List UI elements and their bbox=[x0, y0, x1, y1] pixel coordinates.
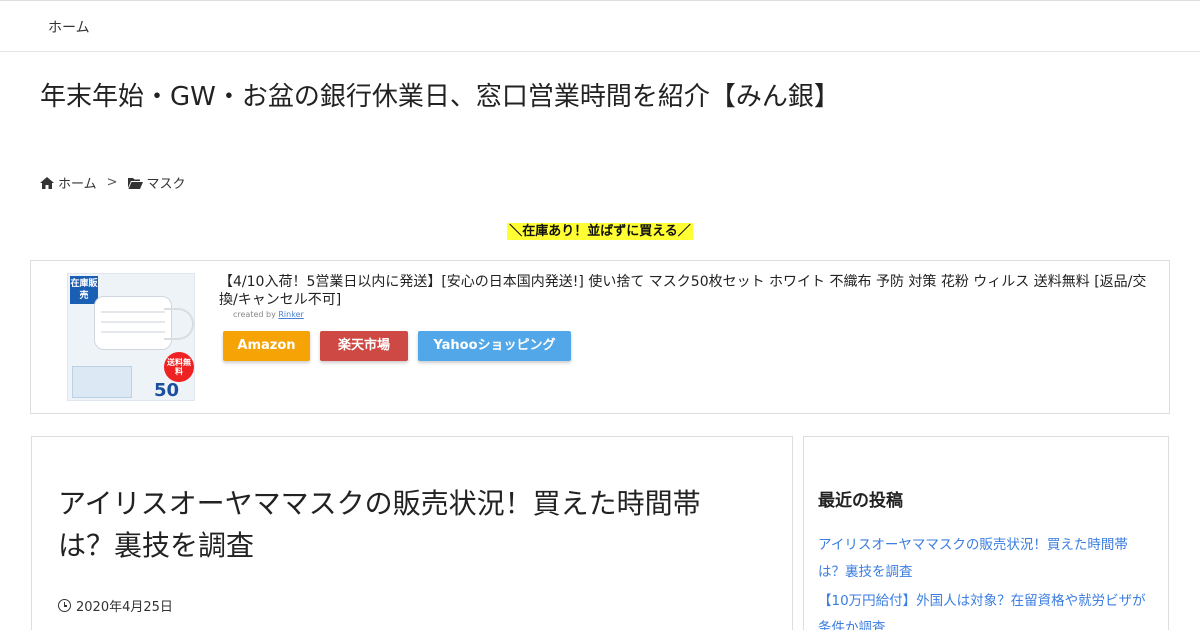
rinker-credit: created by Rinker bbox=[233, 310, 304, 319]
article-date: 2020年4月25日 bbox=[58, 596, 173, 615]
breadcrumb-home-label: ホーム bbox=[58, 177, 97, 192]
count-label: 50枚 bbox=[154, 380, 180, 401]
top-navigation: ホーム bbox=[0, 0, 1200, 52]
credit-prefix: created by bbox=[233, 310, 276, 319]
promo-text: ＼在庫あり！並ばずに買える／ bbox=[507, 223, 693, 240]
sidebar-widget: 最近の投稿 アイリスオーヤママスクの販売状況！買えた時間帯は？裏技を調査 【10… bbox=[803, 436, 1169, 630]
breadcrumb: ホーム > マスク bbox=[40, 173, 186, 192]
home-icon bbox=[40, 175, 54, 190]
product-title[interactable]: 【4/10入荷！5営業日以内に発送】[安心の日本国内発送!] 使い捨て マスク5… bbox=[219, 273, 1159, 309]
folder-open-icon bbox=[127, 175, 143, 190]
mask-ear-loop bbox=[164, 308, 194, 340]
rinker-link[interactable]: Rinker bbox=[278, 310, 303, 319]
product-image[interactable]: 在庫販売 送料無料 50枚 bbox=[67, 273, 195, 401]
breadcrumb-home[interactable]: ホーム bbox=[40, 173, 97, 192]
stock-badge: 在庫販売 bbox=[70, 276, 98, 304]
site-title[interactable]: 年末年始・GW・お盆の銀行休業日、窓口営業時間を紹介【みん銀】 bbox=[40, 76, 840, 113]
breadcrumb-category-label: マスク bbox=[146, 177, 186, 192]
article-date-text: 2020年4月25日 bbox=[76, 600, 173, 615]
recent-posts-title: 最近の投稿 bbox=[818, 491, 903, 511]
article-card: アイリスオーヤママスクの販売状況！買えた時間帯は？裏技を調査 2020年4月25… bbox=[31, 436, 793, 630]
breadcrumb-category[interactable]: マスク bbox=[127, 173, 186, 192]
nav-home-link[interactable]: ホーム bbox=[48, 17, 90, 37]
clock-icon bbox=[58, 599, 71, 612]
breadcrumb-separator: > bbox=[106, 175, 118, 190]
package-illustration bbox=[72, 366, 132, 398]
promo-banner: ＼在庫あり！並ばずに買える／ bbox=[0, 220, 1200, 240]
mask-illustration bbox=[94, 296, 172, 350]
recent-post-link[interactable]: アイリスオーヤママスクの販売状況！買えた時間帯は？裏技を調査 bbox=[818, 532, 1148, 586]
amazon-button[interactable]: Amazon bbox=[223, 331, 310, 361]
recent-post-link[interactable]: 【10万円給付】外国人は対象？在留資格や就労ビザが条件か調査 bbox=[818, 588, 1148, 630]
article-title: アイリスオーヤママスクの販売状況！買えた時間帯は？裏技を調査 bbox=[58, 487, 701, 562]
free-shipping-badge: 送料無料 bbox=[164, 352, 194, 382]
yahoo-shopping-button[interactable]: Yahooショッピング bbox=[418, 331, 571, 361]
rakuten-button[interactable]: 楽天市場 bbox=[320, 331, 408, 361]
product-box: 在庫販売 送料無料 50枚 【4/10入荷！5営業日以内に発送】[安心の日本国内… bbox=[30, 260, 1170, 414]
